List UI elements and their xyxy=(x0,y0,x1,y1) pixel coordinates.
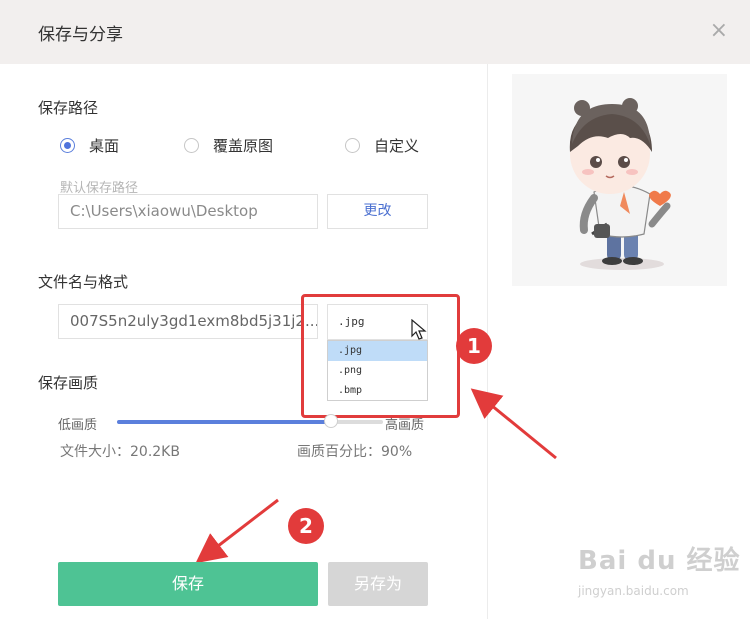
annotation-arrow-2 xyxy=(195,498,279,564)
watermark-url: jingyan.baidu.com xyxy=(578,584,689,598)
image-preview xyxy=(512,74,727,286)
chibi-character-image xyxy=(569,98,671,270)
watermark-text: Bai du 经验 xyxy=(578,546,741,576)
baidu-jingyan-watermark: Bai du 经验 jingyan.baidu.com xyxy=(578,540,741,598)
save-as-button[interactable]: 另存为 xyxy=(328,562,428,606)
annotation-arrow-1 xyxy=(470,388,557,460)
save-button[interactable]: 保存 xyxy=(58,562,318,606)
annotation-badge-2: 2 xyxy=(288,508,324,544)
